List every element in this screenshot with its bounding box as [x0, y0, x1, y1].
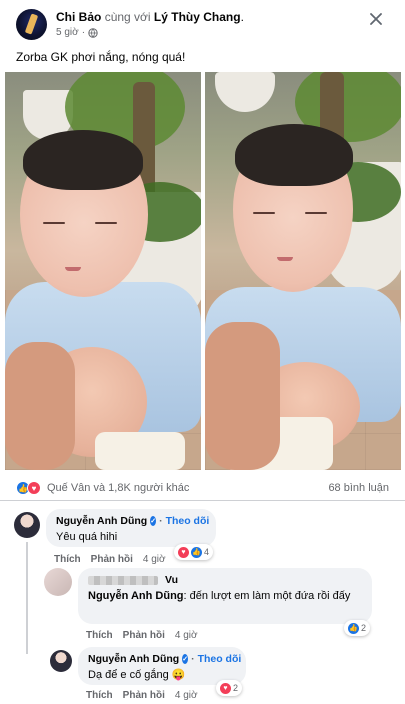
comment-text: Yêu quá hihi	[56, 531, 118, 543]
follow-button[interactable]: Theo dõi	[166, 515, 210, 527]
comment-bubble: Nguyễn Anh Dũng ✓ · Theo dõi Yêu quá hih…	[46, 509, 216, 547]
comment-time[interactable]: 4 giờ	[143, 554, 166, 565]
close-icon[interactable]	[369, 12, 383, 26]
reaction-count: 2	[233, 683, 239, 693]
like-button[interactable]: Thích	[54, 554, 81, 565]
post-meta: 5 giờ ·	[56, 27, 98, 38]
comment-reactions[interactable]: ♥ 2	[216, 680, 243, 696]
commenter-avatar[interactable]	[44, 568, 72, 596]
reaction-text: Quế Vân và 1,8K người khác	[47, 482, 190, 494]
comment-actions: Thích Phản hồi 4 giờ	[86, 690, 198, 701]
globe-icon	[88, 27, 98, 38]
love-icon: ♥	[27, 481, 41, 495]
comment-bubble: Vu Nguyễn Anh Dũng: đến lượt em làm một …	[78, 568, 372, 624]
reply-button[interactable]: Phản hồi	[91, 554, 133, 565]
comments-count[interactable]: 68 bình luận	[328, 482, 389, 494]
reaction-summary[interactable]: 👍 ♥ Quế Vân và 1,8K người khác	[16, 481, 189, 495]
like-button[interactable]: Thích	[86, 690, 113, 701]
comment-time[interactable]: 4 giờ	[175, 690, 198, 701]
post-header: Chi Bảo cùng với Lý Thùy Chang. 5 giờ ·	[0, 0, 405, 44]
mention-link[interactable]: Nguyễn Anh Dũng	[88, 590, 184, 602]
comment-header: Nguyễn Anh Dũng ✓ · Theo dõi	[56, 515, 210, 527]
post-time[interactable]: 5 giờ	[56, 27, 79, 38]
comment-actions: Thích Phản hồi 4 giờ	[86, 630, 198, 641]
verified-icon: ✓	[182, 654, 189, 664]
like-button[interactable]: Thích	[86, 630, 113, 641]
photo-1[interactable]	[5, 72, 201, 470]
comment-text: Dạ để e cố gắng 😛	[88, 669, 186, 681]
comment-body: : đến lượt em làm một đứa rồi đấy	[183, 590, 351, 602]
comment-header: Nguyễn Anh Dũng ✓ · Theo dõi	[88, 653, 242, 665]
tagged-name[interactable]: Lý Thùy Chang	[154, 10, 241, 24]
reaction-count: 4	[204, 547, 210, 557]
divider	[0, 500, 405, 501]
commenter-name[interactable]: Nguyễn Anh Dũng	[56, 515, 147, 527]
photo-2[interactable]	[205, 72, 401, 470]
commenter-name[interactable]: Vu	[165, 574, 178, 586]
thread-line	[26, 542, 28, 654]
like-icon: 👍	[348, 622, 359, 634]
reaction-count: 2	[361, 623, 367, 633]
meta-separator: ·	[81, 27, 86, 38]
comment-actions: Thích Phản hồi 4 giờ	[54, 554, 166, 565]
post-title: Chi Bảo cùng với Lý Thùy Chang.	[56, 10, 244, 24]
comment-reactions[interactable]: 👍 2	[344, 620, 371, 636]
commenter-avatar[interactable]	[50, 650, 72, 672]
blurred-name	[88, 575, 158, 585]
love-icon: ♥	[178, 546, 189, 558]
commenter-avatar[interactable]	[14, 512, 40, 538]
follow-button[interactable]: Theo dõi	[198, 653, 242, 665]
verified-icon: ✓	[150, 516, 157, 526]
love-icon: ♥	[220, 682, 231, 694]
commenter-name[interactable]: Nguyễn Anh Dũng	[88, 653, 179, 665]
photo-grid	[5, 72, 402, 470]
with-text: cùng với	[104, 10, 151, 24]
reply-button[interactable]: Phản hồi	[123, 630, 165, 641]
like-icon: 👍	[191, 546, 202, 558]
reaction-icons: 👍 ♥	[16, 481, 41, 495]
comment-header: Vu	[88, 574, 362, 586]
post-caption: Zorba GK phơi nắng, nóng quá!	[16, 50, 186, 64]
comment-text: Nguyễn Anh Dũng: đến lượt em làm một đứa…	[88, 589, 362, 604]
reply-button[interactable]: Phản hồi	[123, 690, 165, 701]
comment-time[interactable]: 4 giờ	[175, 630, 198, 641]
author-avatar[interactable]	[16, 9, 47, 40]
comment-bubble: Nguyễn Anh Dũng ✓ · Theo dõi Dạ để e cố …	[78, 647, 246, 685]
author-name[interactable]: Chi Bảo	[56, 10, 101, 24]
comment-reactions[interactable]: ♥ 👍 4	[174, 544, 214, 560]
